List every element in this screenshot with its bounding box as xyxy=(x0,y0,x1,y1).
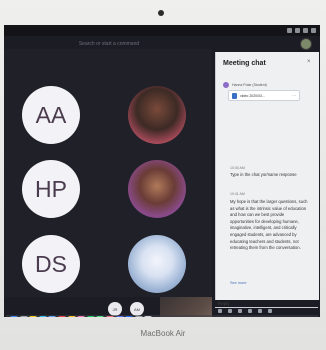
menu-bar xyxy=(4,25,320,36)
format-icon[interactable] xyxy=(218,309,222,313)
see-more-link[interactable]: See more xyxy=(230,281,246,285)
participant-pill[interactable]: JR xyxy=(108,302,122,316)
notes-icon[interactable] xyxy=(67,316,76,317)
file-icon xyxy=(232,92,237,99)
calendar-icon[interactable] xyxy=(57,316,66,317)
battery-icon[interactable] xyxy=(295,28,300,33)
avatar xyxy=(223,82,229,88)
divider xyxy=(215,307,318,308)
more-options-icon[interactable]: ··· xyxy=(292,93,296,98)
composer-toolbar xyxy=(218,309,272,313)
sender-name: Hanna Polar (Student) xyxy=(232,83,267,87)
send-icon[interactable] xyxy=(268,309,272,313)
message-time: 10:41 AM xyxy=(230,192,245,196)
clock-icon[interactable] xyxy=(303,28,308,33)
settings-icon[interactable] xyxy=(134,316,143,317)
self-video-preview[interactable] xyxy=(160,297,212,317)
meeting-stage: AA HP DS JR AM xyxy=(4,49,212,317)
laptop-screen: Search or start a command AA HP DS JR AM… xyxy=(4,25,320,317)
dock xyxy=(6,315,318,317)
meeting-chat-panel: Meeting chat × Hanna Polar (Student) vid… xyxy=(215,52,319,300)
reply-button[interactable]: Reply xyxy=(218,301,230,306)
participant-avatar-cartoon[interactable] xyxy=(128,160,186,218)
participant-pill[interactable]: AM xyxy=(130,302,144,316)
music-icon[interactable] xyxy=(105,316,114,317)
participant-avatar-photo[interactable] xyxy=(128,86,186,144)
search-input[interactable]: Search or start a command xyxy=(34,39,184,49)
sticker-icon[interactable] xyxy=(258,309,262,313)
participant-avatar-anime[interactable] xyxy=(128,235,186,293)
participant-tile-aa[interactable]: AA xyxy=(22,86,80,144)
launchpad-icon[interactable] xyxy=(19,316,28,317)
teams-icon[interactable] xyxy=(115,316,124,317)
mail-icon[interactable] xyxy=(48,316,57,317)
gif-icon[interactable] xyxy=(248,309,252,313)
safari-icon[interactable] xyxy=(38,316,47,317)
participant-tile-ds[interactable]: DS xyxy=(22,235,80,293)
participant-tile-hp[interactable]: HP xyxy=(22,160,80,218)
messages-icon[interactable] xyxy=(96,316,105,317)
search-icon[interactable] xyxy=(311,28,316,33)
finder-icon[interactable] xyxy=(10,316,18,317)
message-text: Type in the chat yor/name response xyxy=(230,172,297,177)
overflow-participants: JR AM xyxy=(108,302,144,316)
profile-avatar[interactable] xyxy=(300,38,312,50)
message-text: My hope is that the larger questions, su… xyxy=(230,199,308,251)
webcam xyxy=(158,10,164,16)
photos-icon[interactable] xyxy=(77,316,86,317)
close-icon[interactable]: × xyxy=(307,59,311,65)
chrome-icon[interactable] xyxy=(29,316,38,317)
message-sender: Hanna Polar (Student) xyxy=(223,82,267,88)
wifi-icon[interactable] xyxy=(287,28,292,33)
emoji-icon[interactable] xyxy=(238,309,242,313)
facetime-icon[interactable] xyxy=(86,316,95,317)
attachment-name: video 2020/03... xyxy=(240,93,265,98)
trash-icon[interactable] xyxy=(144,316,153,317)
device-brand: MacBook Air xyxy=(140,329,186,338)
message-time: 10:40 AM xyxy=(230,166,245,170)
attach-icon[interactable] xyxy=(228,309,232,313)
chat-title: Meeting chat xyxy=(223,60,266,67)
file-attachment[interactable]: video 2020/03... ··· xyxy=(228,90,300,101)
zoom-icon[interactable] xyxy=(125,316,134,317)
